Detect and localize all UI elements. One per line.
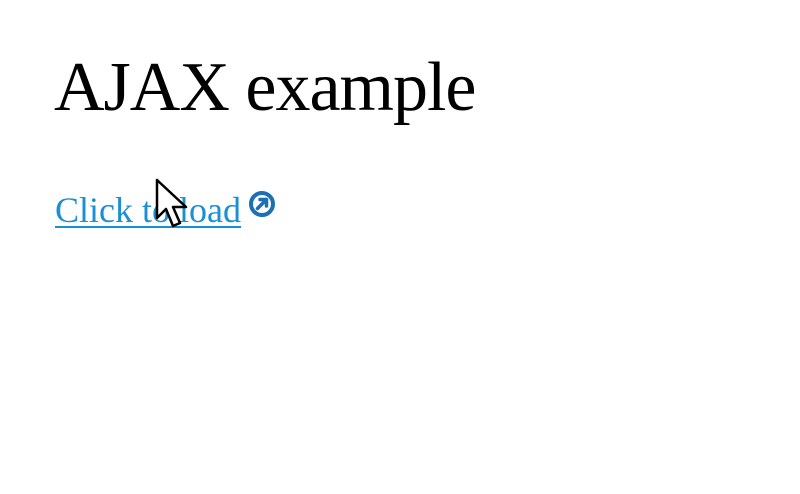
page-title: AJAX example: [54, 49, 477, 126]
link-row: Click to load: [55, 188, 277, 232]
external-link-icon[interactable]: [247, 189, 277, 219]
click-to-load-link[interactable]: Click to load: [55, 188, 241, 232]
